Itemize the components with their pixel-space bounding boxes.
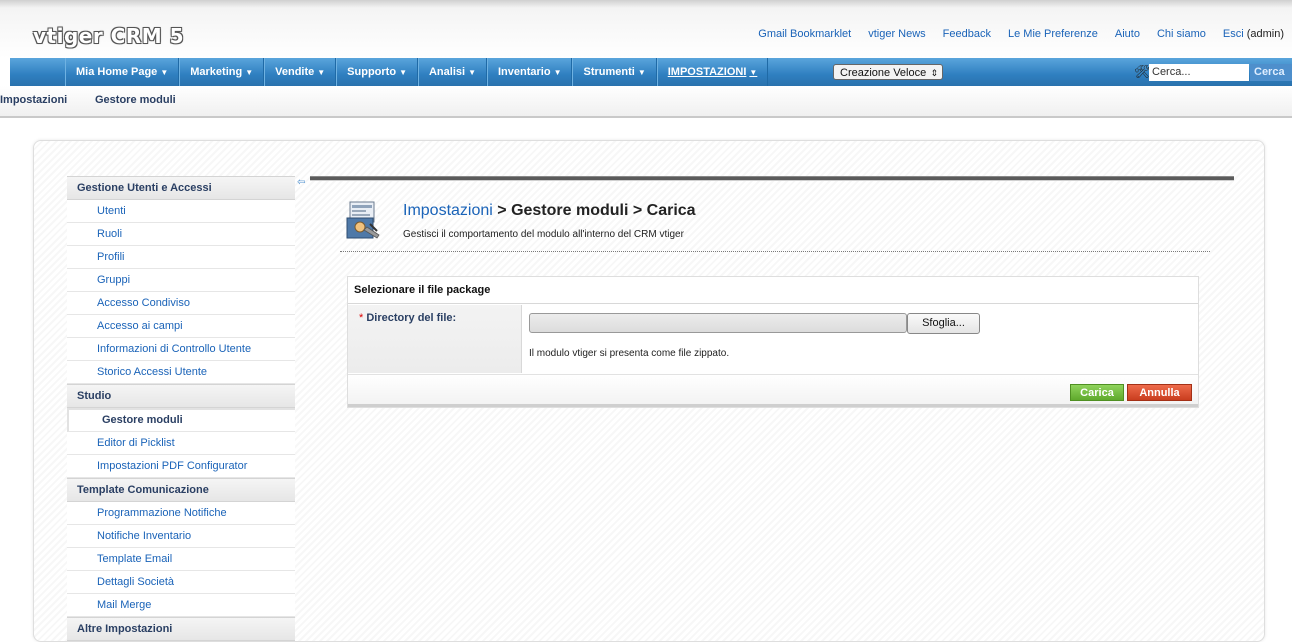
upload-form: Selezionare il file package * Directory … <box>347 276 1199 408</box>
sidebar-item-picklist-editor[interactable]: Editor di Picklist <box>67 432 295 455</box>
sidebar-item-audit-trail[interactable]: Informazioni di Controllo Utente <box>67 338 295 361</box>
nav-marketing-label: Marketing <box>190 66 243 78</box>
settings-sidebar: Gestione Utenti e Accessi Utenti Ruoli P… <box>67 176 295 641</box>
caret-down-icon: ▼ <box>317 68 326 77</box>
nav-home-label: Mia Home Page <box>76 66 158 78</box>
link-about[interactable]: Chi siamo <box>1157 28 1206 40</box>
main-nav: Mia Home Page ▼ Marketing ▼ Vendite ▼ Suppo… <box>65 58 769 86</box>
sidebar-item-module-manager[interactable]: Gestore moduli <box>67 408 295 432</box>
page-title-link[interactable]: Impostazioni <box>403 202 493 219</box>
module-manager-icon <box>346 201 380 239</box>
link-vtiger-news[interactable]: vtiger News <box>868 28 925 40</box>
link-gmail-bookmarklet[interactable]: Gmail Bookmarklet <box>758 28 851 40</box>
app-logo[interactable]: vtiger CRM 5 <box>33 24 184 48</box>
collapse-sidebar-icon[interactable]: ⇦ <box>297 177 305 188</box>
nav-inventory-label: Inventario <box>497 66 551 78</box>
nav-settings[interactable]: IMPOSTAZIONI ▼ <box>656 58 769 86</box>
sidebar-section-studio: Studio <box>67 384 295 408</box>
file-path-input[interactable] <box>529 313 907 333</box>
nav-marketing[interactable]: Marketing ▼ <box>179 58 265 86</box>
sidebar-item-roles[interactable]: Ruoli <box>67 223 295 246</box>
sidebar-section-other: Altre Impostazioni <box>67 617 295 641</box>
search-input[interactable]: Cerca... <box>1149 64 1249 81</box>
sidebar-item-pdf-configurator[interactable]: Impostazioni PDF Configurator <box>67 455 295 478</box>
quick-create-value: Creazione Veloce <box>840 67 927 79</box>
caret-down-icon: ▼ <box>468 68 476 77</box>
sidebar-item-email-templates[interactable]: Template Email <box>67 548 295 571</box>
sidebar-section-users: Gestione Utenti e Accessi <box>67 176 295 200</box>
sidebar-item-groups[interactable]: Gruppi <box>67 269 295 292</box>
caret-down-icon: ▼ <box>245 68 254 77</box>
nav-tools[interactable]: Strumenti ▼ <box>572 58 657 86</box>
caret-down-icon: ▼ <box>399 68 407 77</box>
sidebar-item-profiles[interactable]: Profili <box>67 246 295 269</box>
link-preferences[interactable]: Le Mie Preferenze <box>1008 28 1098 40</box>
nav-sales[interactable]: Vendite ▼ <box>264 58 337 86</box>
main-nav-bar: Mia Home Page ▼ Marketing ▼ Vendite ▼ Suppo… <box>10 58 1292 87</box>
current-user: (admin) <box>1246 28 1284 40</box>
sidebar-item-users[interactable]: Utenti <box>67 200 295 223</box>
file-directory-label: Directory del file: <box>366 312 457 324</box>
top-header: vtiger CRM 5 Gmail Bookmarklet vtiger Ne… <box>0 0 1292 58</box>
header-shade <box>0 0 1292 8</box>
dotted-divider <box>340 251 1210 252</box>
nav-tools-label: Strumenti <box>583 66 635 78</box>
nav-support[interactable]: Supporto ▼ <box>336 58 418 86</box>
page-title-path: > Gestore moduli > Carica <box>492 202 696 219</box>
caret-down-icon: ▼ <box>160 68 169 77</box>
sidebar-item-mail-merge[interactable]: Mail Merge <box>67 594 295 617</box>
content-top-rule <box>310 176 1234 181</box>
sidebar-item-login-history[interactable]: Storico Accessi Utente <box>67 361 295 384</box>
caret-down-icon: ▼ <box>749 68 758 77</box>
breadcrumb-module-manager[interactable]: Gestore moduli <box>95 94 176 106</box>
file-hint: Il modulo vtiger si presenta come file z… <box>529 348 730 359</box>
cancel-button[interactable]: Annulla <box>1127 384 1192 401</box>
sidebar-item-company-details[interactable]: Dettagli Società <box>67 571 295 594</box>
link-feedback[interactable]: Feedback <box>943 28 991 40</box>
nav-settings-label: IMPOSTAZIONI <box>667 66 747 78</box>
nav-analytics[interactable]: Analisi ▼ <box>417 58 487 86</box>
file-directory-value-cell: Sfoglia... Il modulo vtiger si presenta … <box>523 305 1198 373</box>
search-button[interactable]: Cerca <box>1250 64 1292 81</box>
sidebar-item-sharing-access[interactable]: Accesso Condiviso <box>67 292 295 315</box>
breadcrumb-settings[interactable]: Impostazioni <box>0 94 67 106</box>
nav-analytics-label: Analisi <box>428 66 466 78</box>
sidebar-item-inventory-notifications[interactable]: Notifiche Inventario <box>67 525 295 548</box>
nav-home[interactable]: Mia Home Page ▼ <box>65 58 180 86</box>
nav-support-label: Supporto <box>347 66 397 78</box>
select-arrows-icon: ⇕ <box>930 68 938 78</box>
logout-label: Esci <box>1222 28 1244 40</box>
sidebar-item-field-access[interactable]: Accesso ai campi <box>67 315 295 338</box>
sidebar-item-notification-scheduler[interactable]: Programmazione Notifiche <box>67 502 295 525</box>
logout-link[interactable]: Esci (admin) <box>1223 28 1284 40</box>
browse-button[interactable]: Sfoglia... <box>907 313 980 334</box>
form-heading: Selezionare il file package <box>348 277 1198 304</box>
breadcrumb: Impostazioni Gestore moduli <box>0 86 1292 118</box>
caret-down-icon: ▼ <box>553 68 562 77</box>
nav-inventory[interactable]: Inventario ▼ <box>486 58 573 86</box>
sidebar-section-templates: Template Comunicazione <box>67 478 295 502</box>
file-directory-label-cell: * Directory del file: <box>348 305 522 373</box>
quick-create-select[interactable]: Creazione Veloce ⇕ <box>833 64 943 80</box>
top-links: Gmail Bookmarklet vtiger News Feedback L… <box>758 28 1284 40</box>
form-button-row: Carica Annulla <box>348 374 1198 407</box>
required-mark: * <box>359 312 364 324</box>
page-subtitle: Gestisci il comportamento del modulo all… <box>403 229 684 240</box>
page-title: Impostazioni > Gestore moduli > Carica <box>403 202 696 220</box>
nav-sales-label: Vendite <box>275 66 315 78</box>
caret-down-icon: ▼ <box>637 68 646 77</box>
upload-button[interactable]: Carica <box>1070 384 1124 401</box>
link-help[interactable]: Aiuto <box>1115 28 1140 40</box>
